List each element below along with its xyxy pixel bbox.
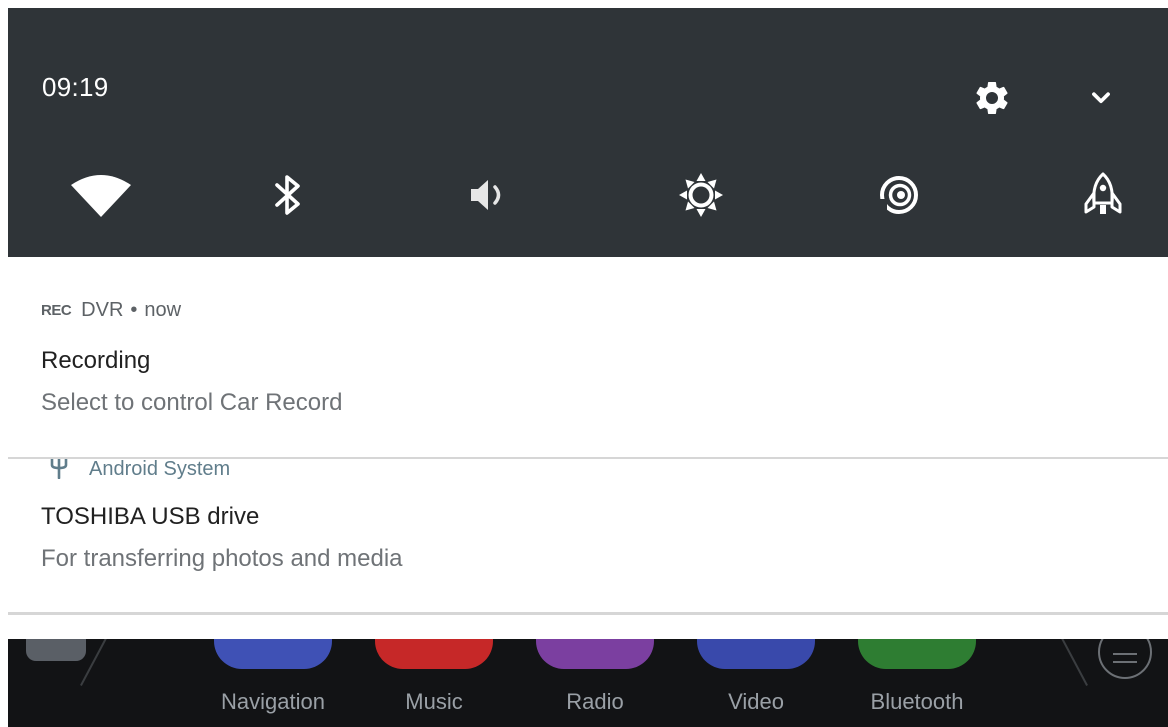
boost-tile[interactable] [1068,160,1138,230]
notification-text: Select to control Car Record [41,389,343,416]
video-icon [697,639,815,669]
dock-app-label: Music [405,689,463,714]
notification-usb[interactable]: Android System TOSHIBA USB drive For tra… [8,459,1168,612]
dock-app-video[interactable]: Video [697,639,815,727]
navigation-icon [214,639,332,669]
notification-title: Recording [41,347,151,374]
bluetooth-icon [275,175,300,215]
usb-icon [49,459,69,485]
radio-icon [536,639,654,669]
dock-app-label: Navigation [221,689,325,714]
volume-tile[interactable] [454,160,524,230]
dock-app-label: Video [728,689,784,714]
shade-bottom-edge [8,615,1168,639]
gear-icon[interactable] [972,78,1012,118]
dock-app-label: Bluetooth [870,689,964,714]
volume-icon [471,180,501,210]
quick-settings-tiles [8,160,1168,230]
bluetooth-app-icon [858,639,976,669]
quick-settings-panel: 09:19 [8,8,1168,257]
dock-app-music[interactable]: Music [375,639,493,727]
screen-top-edge [0,0,1168,8]
home-dock: Navigation Music Radio Video Bluetooth [8,639,1168,727]
app-name: DVR [81,299,124,321]
dock-app-bluetooth[interactable]: Bluetooth [858,639,976,727]
notification-header: REC DVR • now [41,299,181,322]
clock: 09:19 [42,72,109,102]
notification-text: For transferring photos and media [41,545,403,572]
dock-divider [1058,639,1088,686]
hotspot-icon [877,176,918,217]
brightness-icon [679,173,723,217]
screen-left-edge [0,0,8,727]
dock-app-label: Radio [566,689,624,714]
notification-time: now [144,299,182,321]
brightness-tile[interactable] [666,160,736,230]
dock-app-radio[interactable]: Radio [536,639,654,727]
menu-icon[interactable] [1098,639,1152,679]
wifi-tile[interactable] [66,160,136,230]
rocket-icon [1084,172,1122,214]
app-name: Android System [89,459,231,480]
music-icon [375,639,493,669]
notification-dvr[interactable]: REC DVR • now Recording Select to contro… [8,257,1168,457]
rec-icon: REC [41,302,72,319]
wifi-icon [71,175,131,217]
hotspot-tile[interactable] [864,160,934,230]
notification-title: TOSHIBA USB drive [41,503,260,530]
dock-app-navigation[interactable]: Navigation [214,639,332,727]
chevron-down-icon[interactable] [1084,80,1118,114]
separator: • [130,299,138,321]
bluetooth-tile[interactable] [253,160,323,230]
notification-header: Android System [41,459,230,485]
car-icon[interactable] [26,639,86,661]
